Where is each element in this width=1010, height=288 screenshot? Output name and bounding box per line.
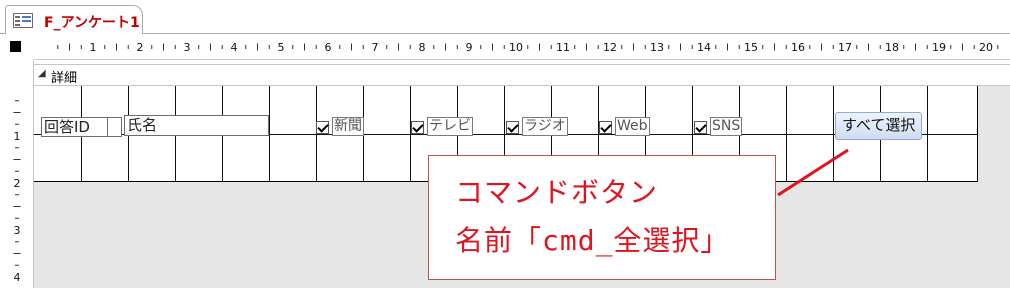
ruler-number: 16	[791, 41, 805, 54]
ruler-number: 10	[509, 41, 523, 54]
name-label[interactable]: 氏名	[124, 115, 269, 136]
form-icon	[13, 13, 33, 28]
checkbox-newspaper[interactable]	[316, 121, 329, 134]
checkbox-tv[interactable]	[411, 121, 424, 134]
ruler-number: 3	[14, 224, 21, 237]
ruler-number: 2	[137, 41, 144, 54]
answer-id-label[interactable]: 回答ID	[41, 117, 108, 137]
checkbox-label-newspaper[interactable]: 新聞	[332, 117, 364, 136]
ruler-number: 15	[744, 41, 758, 54]
grid-line	[786, 86, 787, 182]
ruler-number: 4	[231, 41, 238, 54]
ruler-number: 1	[90, 41, 97, 54]
answer-id-textbox[interactable]	[108, 117, 122, 137]
section-arrow-icon: ◢	[38, 68, 46, 79]
annotation-callout: コマンドボタン 名前「cmd_全選択」	[428, 155, 776, 280]
ruler-number: 2	[14, 177, 21, 190]
vertical-ruler[interactable]: 1 2 3 4	[0, 60, 34, 288]
checkbox-label-web[interactable]: Web	[615, 117, 650, 136]
ruler-number: 9	[466, 41, 473, 54]
grid-line	[927, 86, 928, 182]
form-selector[interactable]	[0, 34, 34, 60]
callout-name: 名前「cmd_全選択」	[455, 224, 730, 257]
form-selector-square	[10, 41, 21, 52]
ruler-number: 1	[14, 130, 21, 143]
horizontal-ruler[interactable]: 1 2 3 4 5 6 7 8 9 10 11 12 13 14 15 16 17 18 19 20	[34, 34, 1010, 60]
section-label: 詳細	[51, 71, 78, 86]
checkbox-label-tv[interactable]: テレビ	[427, 117, 473, 136]
document-tab-bar: F_アンケート1	[0, 0, 1010, 35]
checkbox-sns[interactable]	[694, 121, 707, 134]
ruler-number: 13	[650, 41, 664, 54]
ruler-number: 8	[419, 41, 426, 54]
ruler-number: 5	[278, 41, 285, 54]
ruler-number: 12	[603, 41, 617, 54]
select-all-button[interactable]: すべて選択	[835, 112, 923, 140]
grid-line	[316, 86, 317, 182]
detail-section-header[interactable]: ◢ 詳細	[34, 64, 1010, 86]
checkbox-label-radio[interactable]: ラジオ	[522, 117, 568, 136]
ruler-number: 17	[838, 41, 852, 54]
ruler-number: 18	[885, 41, 899, 54]
ruler-number: 11	[556, 41, 570, 54]
ruler-number: 7	[372, 41, 379, 54]
ruler-number: 20	[979, 41, 993, 54]
grid-line	[833, 86, 834, 182]
checkbox-radio[interactable]	[506, 121, 519, 134]
ruler-number: 4	[14, 271, 21, 284]
ruler-number: 3	[184, 41, 191, 54]
checkbox-label-sns[interactable]: SNS	[710, 117, 743, 136]
document-tab[interactable]: F_アンケート1	[5, 5, 143, 35]
grid-line	[410, 86, 411, 182]
callout-title: コマンドボタン	[455, 176, 659, 209]
document-tab-label: F_アンケート1	[44, 15, 140, 31]
checkbox-web[interactable]	[599, 121, 612, 134]
grid-line	[269, 86, 270, 182]
ruler-number: 14	[697, 41, 711, 54]
ruler-number: 19	[932, 41, 946, 54]
ruler-number: 6	[325, 41, 332, 54]
